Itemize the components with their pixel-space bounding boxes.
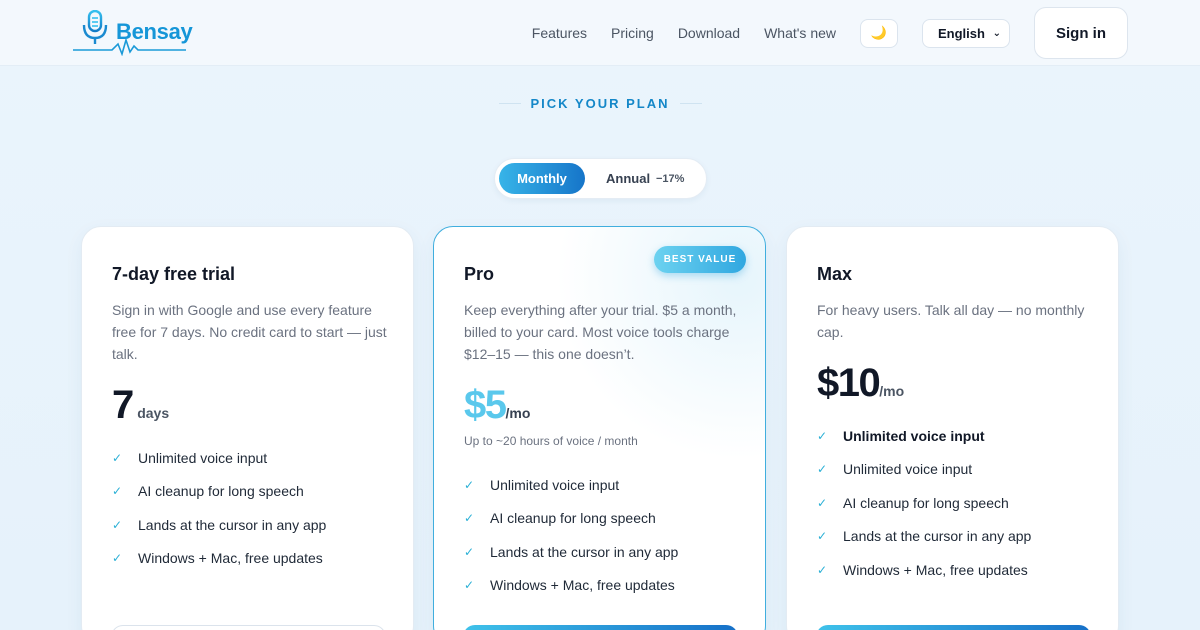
plan-price-unit: /mo (879, 383, 905, 399)
nav-link-pricing[interactable]: Pricing (611, 25, 654, 41)
list-item: ✓ Windows + Mac, free updates (112, 550, 323, 567)
list-item: ✓ AI cleanup for long speech (464, 510, 656, 527)
plan-title: 7-day free trial (112, 264, 236, 284)
list-item: ✓ AI cleanup for long speech (112, 483, 304, 500)
billing-annual-option[interactable]: Annual (606, 171, 650, 186)
plan-description: Keep everything after your trial. $5 a m… (464, 302, 737, 362)
plan-feature-list: ✓ Unlimited voice input ✓ AI cleanup for l… (112, 441, 326, 575)
billing-toggle: Monthly Annual −17% (494, 158, 707, 199)
theme-toggle-button[interactable]: 🌙 (860, 18, 898, 48)
top-navbar: Bensay Features Pricing Download What's … (0, 0, 1200, 66)
nav-link-features[interactable]: Features (532, 25, 587, 41)
check-icon: ✓ (464, 544, 475, 559)
nav-link-download[interactable]: Download (678, 25, 740, 41)
plan-price-value: $5 (464, 383, 507, 427)
plan-price-value: $10 (817, 361, 881, 405)
list-item: ✓ AI cleanup for long speech (817, 494, 1009, 511)
nav-link-whats-new[interactable]: What's new (764, 25, 836, 41)
plan-description: For heavy users. Talk all day — no month… (817, 302, 1085, 340)
plan-price-value: 7 (112, 383, 134, 427)
list-item: ✓ Unlimited voice input (817, 461, 973, 478)
section-eyebrow: PICK YOUR PLAN (530, 96, 670, 111)
best-value-badge: BEST VALUE (654, 246, 746, 273)
check-icon: ✓ (112, 551, 123, 566)
plan-description: Sign in with Google and use every featur… (112, 302, 387, 362)
list-item: ✓ Unlimited voice input (464, 476, 620, 493)
chevron-down-icon: ⌄ (992, 27, 1001, 39)
brand-name: Bensay (116, 19, 193, 44)
list-item: ✓ Unlimited voice input (817, 427, 985, 444)
check-icon: ✓ (112, 517, 123, 532)
list-item: ✓ Lands at the cursor in any app (464, 543, 679, 560)
plan-card-pro: BEST VALUE Pro Keep everything after you… (433, 226, 766, 630)
list-item: ✓ Windows + Mac, free updates (464, 577, 675, 594)
check-icon: ✓ (112, 484, 123, 499)
annual-discount-badge: −17% (656, 173, 685, 185)
plan-feature-list: ✓ Unlimited voice input ✓ Unlimited voice … (817, 419, 1031, 587)
billing-monthly-option[interactable]: Monthly (499, 163, 585, 194)
plan-card-trial: 7-day free trial Sign in with Google and… (81, 226, 414, 630)
plan-card-max: Max For heavy users. Talk all day — no m… (786, 226, 1119, 630)
check-icon: ✓ (817, 462, 828, 477)
brand-logo[interactable]: Bensay (72, 10, 193, 56)
plan-price-unit: /mo (505, 405, 531, 421)
max-cta-button[interactable] (816, 625, 1091, 630)
check-icon: ✓ (817, 428, 828, 443)
plan-feature-list: ✓ Unlimited voice input ✓ AI cleanup for l… (464, 468, 678, 602)
check-icon: ✓ (817, 529, 828, 544)
eyebrow-divider-right (680, 103, 702, 104)
plan-title: Max (817, 264, 853, 284)
plan-price: 7 days (112, 383, 169, 428)
check-icon: ✓ (464, 477, 475, 492)
list-item: ✓ Lands at the cursor in any app (112, 516, 327, 533)
plan-title: Pro (464, 264, 495, 284)
check-icon: ✓ (817, 495, 828, 510)
moon-icon: 🌙 (870, 25, 888, 40)
nav-menu: Features Pricing Download What's new 🌙 E… (532, 7, 1128, 59)
check-icon: ✓ (817, 562, 828, 577)
plan-usage-note: Up to ~20 hours of voice / month (464, 434, 638, 448)
check-icon: ✓ (464, 578, 475, 593)
language-select[interactable]: English ⌄ (922, 18, 1010, 48)
check-icon: ✓ (464, 511, 475, 526)
list-item: ✓ Unlimited voice input (112, 449, 268, 466)
plan-price: $10/mo (817, 361, 904, 406)
plan-price-unit: days (137, 405, 170, 421)
pro-cta-button[interactable] (463, 625, 738, 630)
list-item: ✓ Lands at the cursor in any app (817, 528, 1032, 545)
check-icon: ✓ (112, 450, 123, 465)
sign-in-button[interactable]: Sign in (1034, 7, 1128, 59)
plan-price: $5/mo (464, 383, 530, 428)
trial-cta-button[interactable] (111, 625, 386, 630)
language-select-value: English (938, 25, 985, 41)
list-item: ✓ Windows + Mac, free updates (817, 561, 1028, 578)
